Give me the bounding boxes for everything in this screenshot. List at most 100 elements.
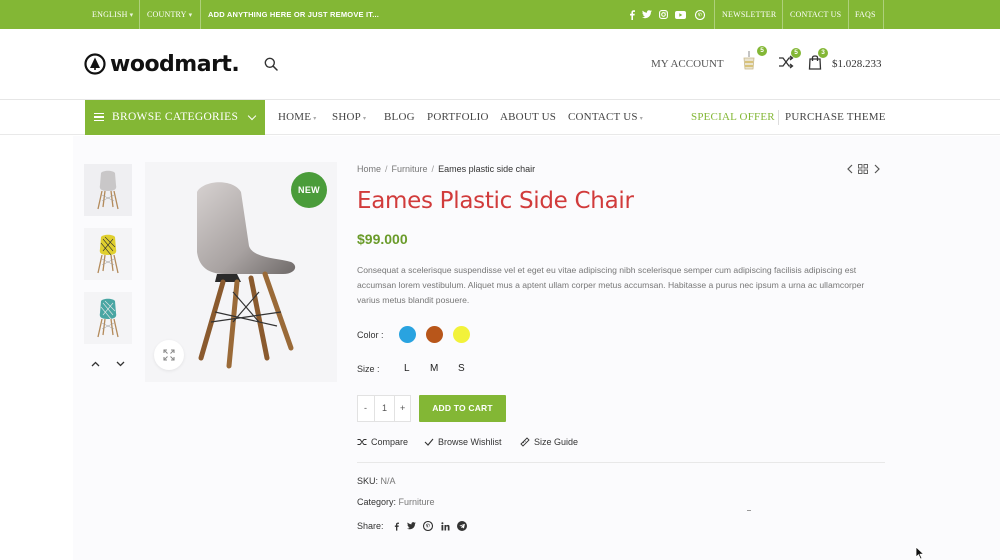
product-description: Consequat a scelerisque suspendisse vel … (357, 265, 865, 305)
back-to-shop-button[interactable] (857, 163, 869, 175)
thumbnail-yellow-chair[interactable] (84, 228, 132, 280)
facebook-icon[interactable] (626, 9, 637, 20)
thumbnail-prev-button[interactable] (85, 356, 105, 372)
quantity-input[interactable]: 1 (382, 403, 387, 413)
divider (747, 510, 751, 511)
checkmark-icon (424, 438, 434, 446)
quantity-stepper: - 1 + (357, 395, 411, 422)
nav-item-shop[interactable]: SHOP ▾ (332, 111, 366, 123)
contact-us-link[interactable]: CONTACT US (790, 0, 841, 29)
chair-image (97, 298, 119, 338)
grid-icon (858, 164, 868, 174)
telegram-icon[interactable] (457, 521, 467, 531)
facebook-icon[interactable] (391, 521, 401, 531)
divider (200, 0, 201, 29)
chevron-right-icon (874, 164, 880, 174)
divider (357, 462, 885, 463)
chevron-down-icon: ▾ (188, 11, 193, 19)
wishlist-count-badge: 5 (757, 46, 767, 56)
thumbnail-teal-chair[interactable] (84, 292, 132, 344)
promo-text: ADD ANYTHING HERE OR JUST REMOVE IT... (208, 10, 380, 19)
logo-icon (84, 53, 106, 75)
chevron-down-icon (116, 361, 124, 367)
top-bar: ENGLISH ▾ COUNTRY ▾ ADD ANYTHING HERE OR J… (0, 0, 1000, 29)
wishlist-button[interactable]: 5 (739, 46, 767, 75)
menu-icon (94, 113, 104, 121)
product-price: $99.000 (357, 231, 408, 247)
previous-product-button[interactable] (844, 163, 856, 175)
thumbnail-next-button[interactable] (110, 356, 130, 372)
color-swatch-blue[interactable] (399, 326, 416, 343)
chevron-up-icon (91, 361, 99, 367)
breadcrumb-home[interactable]: Home (357, 164, 381, 174)
newsletter-link[interactable]: NEWSLETTER (722, 0, 776, 29)
cart-button[interactable]: 3 (808, 48, 830, 78)
pinterest-icon[interactable] (423, 521, 433, 531)
chevron-down-icon: ▾ (313, 116, 317, 122)
divider (714, 0, 715, 29)
country-switcher[interactable]: COUNTRY ▾ (147, 0, 192, 29)
category-row: Category: Furniture (357, 497, 435, 507)
color-label: Color : (357, 330, 384, 340)
size-option-s[interactable]: S (458, 363, 465, 374)
size-option-m[interactable]: M (430, 363, 438, 374)
youtube-icon[interactable] (675, 9, 686, 20)
pinterest-icon[interactable] (694, 9, 705, 20)
compare-count-badge: 5 (791, 48, 801, 58)
share-label: Share: (357, 521, 384, 531)
shuffle-icon (357, 439, 367, 445)
expand-icon (163, 349, 175, 361)
nav-item-contact-us[interactable]: CONTACT US ▾ (568, 111, 643, 123)
faqs-link[interactable]: FAQS (855, 0, 876, 29)
chevron-left-icon (847, 164, 853, 174)
thumbnail-grey-chair[interactable] (84, 164, 132, 216)
cart-count-badge: 3 (818, 48, 828, 58)
twitter-icon[interactable] (406, 521, 416, 531)
zoom-button[interactable] (154, 340, 184, 370)
ruler-icon (520, 437, 530, 447)
chevron-down-icon: ▾ (639, 116, 643, 122)
mouse-cursor-icon (915, 546, 925, 560)
twitter-icon[interactable] (641, 9, 652, 20)
nav-item-about-us[interactable]: ABOUT US (500, 111, 556, 123)
linkedin-icon[interactable] (440, 521, 450, 531)
chevron-down-icon (247, 111, 257, 121)
size-option-l[interactable]: L (404, 363, 410, 374)
chair-image (97, 170, 119, 210)
special-offer-link[interactable]: SPECIAL OFFER (691, 111, 775, 123)
add-to-cart-button[interactable]: ADD TO CART (419, 395, 506, 422)
instagram-icon[interactable] (658, 9, 669, 20)
quantity-increase-button[interactable]: + (400, 403, 405, 413)
breadcrumb-furniture[interactable]: Furniture (392, 164, 428, 174)
nav-item-portfolio[interactable]: PORTFOLIO (427, 111, 489, 123)
chevron-down-icon: ▾ (129, 11, 134, 19)
lamp-icon (743, 51, 755, 70)
logo-text: woodmart. (110, 51, 240, 77)
breadcrumb-current: Eames plastic side chair (438, 164, 536, 174)
size-label: Size : (357, 364, 380, 374)
sku-value: N/A (380, 476, 396, 486)
compare-button[interactable]: 5 (778, 48, 801, 79)
browse-categories-button[interactable]: BROWSE CATEGORIES (85, 100, 265, 135)
language-switcher[interactable]: ENGLISH ▾ (92, 0, 133, 29)
my-account-link[interactable]: MY ACCOUNT (651, 58, 724, 70)
divider (848, 0, 849, 29)
color-swatch-yellow[interactable] (453, 326, 470, 343)
search-icon[interactable] (264, 57, 278, 71)
next-product-button[interactable] (871, 163, 883, 175)
quantity-decrease-button[interactable]: - (364, 403, 367, 413)
main-navigation: BROWSE CATEGORIES HOME ▾ SHOP ▾ BLOG PORTF… (0, 100, 1000, 135)
divider (782, 0, 783, 29)
compare-link[interactable]: Compare (357, 437, 408, 447)
color-swatch-brown[interactable] (426, 326, 443, 343)
logo[interactable]: woodmart. (84, 51, 240, 77)
nav-item-home[interactable]: HOME ▾ (278, 111, 316, 123)
nav-item-blog[interactable]: BLOG (384, 111, 415, 123)
browse-wishlist-link[interactable]: Browse Wishlist (424, 437, 502, 447)
divider (883, 0, 884, 29)
cart-total[interactable]: $1.028.233 (832, 58, 882, 70)
shuffle-icon (779, 55, 794, 69)
size-guide-link[interactable]: Size Guide (520, 437, 578, 447)
purchase-theme-link[interactable]: PURCHASE THEME (785, 111, 886, 123)
category-link[interactable]: Furniture (399, 497, 435, 507)
